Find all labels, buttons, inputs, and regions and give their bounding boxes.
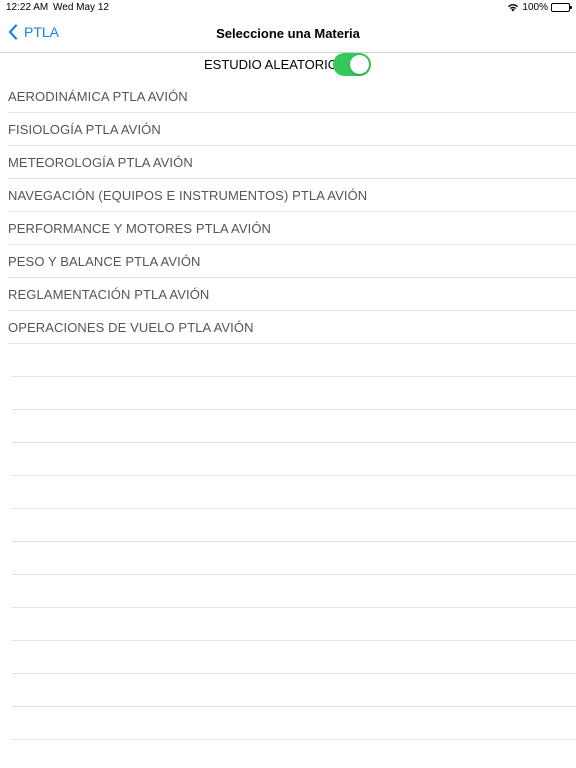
empty-row [0, 674, 576, 707]
empty-row [0, 344, 576, 377]
status-time: 12:22 AM [6, 2, 49, 13]
list-item[interactable]: FISIOLOGÍA PTLA AVIÓN [0, 113, 576, 146]
empty-row [0, 476, 576, 509]
empty-row [0, 641, 576, 674]
subject-list: AERODINÁMICA PTLA AVIÓN FISIOLOGÍA PTLA … [0, 80, 576, 344]
subject-label: NAVEGACIÓN (EQUIPOS E INSTRUMENTOS) PTLA… [8, 188, 368, 203]
page-title: Seleccione una Materia [216, 26, 360, 41]
subject-label: PERFORMANCE Y MOTORES PTLA AVIÓN [8, 221, 272, 236]
empty-row [0, 377, 576, 410]
list-item[interactable]: NAVEGACIÓN (EQUIPOS E INSTRUMENTOS) PTLA… [0, 179, 576, 212]
subject-label: PESO Y BALANCE PTLA AVIÓN [8, 254, 201, 269]
empty-row [0, 410, 576, 443]
empty-row [0, 575, 576, 608]
battery-icon [551, 3, 572, 12]
list-item[interactable]: PESO Y BALANCE PTLA AVIÓN [0, 245, 576, 278]
empty-row [0, 443, 576, 476]
random-study-row: ESTUDIO ALEATORIO [0, 53, 576, 77]
subject-label: REGLAMENTACIÓN PTLA AVIÓN [8, 287, 210, 302]
list-item[interactable]: PERFORMANCE Y MOTORES PTLA AVIÓN [0, 212, 576, 245]
list-item[interactable]: REGLAMENTACIÓN PTLA AVIÓN [0, 278, 576, 311]
random-study-toggle[interactable] [333, 53, 371, 76]
wifi-icon [508, 4, 519, 12]
subject-label: OPERACIONES DE VUELO PTLA AVIÓN [8, 320, 254, 335]
random-study-label: ESTUDIO ALEATORIO [204, 57, 338, 72]
empty-row [0, 509, 576, 542]
empty-row [0, 608, 576, 641]
status-indicators: 100% [507, 2, 572, 13]
subject-label: FISIOLOGÍA PTLA AVIÓN [8, 122, 161, 137]
navigation-bar: PTLA Seleccione una Materia [0, 16, 576, 53]
empty-table-rows [0, 344, 576, 740]
empty-row [0, 707, 576, 740]
subject-label: METEOROLOGÍA PTLA AVIÓN [8, 155, 193, 170]
list-item[interactable]: METEOROLOGÍA PTLA AVIÓN [0, 146, 576, 179]
list-item[interactable]: AERODINÁMICA PTLA AVIÓN [0, 80, 576, 113]
list-item[interactable]: OPERACIONES DE VUELO PTLA AVIÓN [0, 311, 576, 344]
battery-percent: 100% [522, 2, 548, 13]
toggle-knob [350, 55, 369, 74]
status-bar: 12:22 AM Wed May 12 100% [0, 0, 576, 16]
subject-label: AERODINÁMICA PTLA AVIÓN [8, 89, 188, 104]
empty-row [0, 542, 576, 575]
status-date: Wed May 12 [53, 2, 109, 13]
